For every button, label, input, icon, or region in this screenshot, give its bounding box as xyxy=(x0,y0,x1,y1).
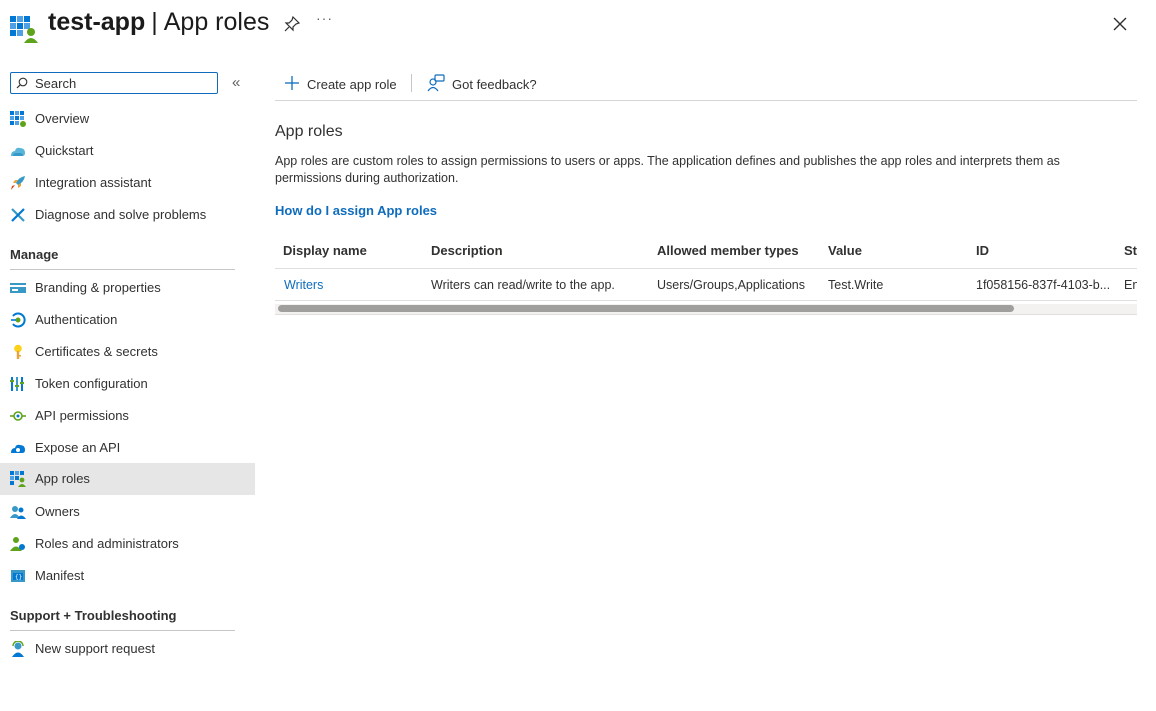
sidebar-item-branding[interactable]: Branding & properties xyxy=(0,272,255,304)
column-header-value[interactable]: Value xyxy=(828,243,862,258)
search-input[interactable]: Search xyxy=(10,72,218,94)
section-divider xyxy=(10,630,235,631)
got-feedback-label: Got feedback? xyxy=(452,77,537,92)
svg-text:{}: {} xyxy=(15,574,22,581)
help-link[interactable]: How do I assign App roles xyxy=(275,203,437,218)
section-divider xyxy=(10,269,235,270)
column-header-allowed-member-types[interactable]: Allowed member types xyxy=(657,243,799,258)
rocket-icon xyxy=(11,176,25,190)
sidebar-item-token-configuration[interactable]: Token configuration xyxy=(0,368,255,400)
sidebar-item-label: Diagnose and solve problems xyxy=(35,207,207,222)
section-description: App roles are custom roles to assign per… xyxy=(275,154,1060,185)
sidebar-item-label: Roles and administrators xyxy=(35,536,179,551)
sidebar-item-label: App roles xyxy=(35,471,90,486)
sidebar-item-label: Certificates & secrets xyxy=(35,344,158,359)
cell-display-name[interactable]: Writers xyxy=(284,278,323,292)
sidebar-item-label: API permissions xyxy=(35,408,129,423)
sidebar-item-label: Token configuration xyxy=(35,376,148,391)
wrench-icon xyxy=(11,208,25,222)
cloud-icon xyxy=(11,444,25,453)
sidebar-item-app-roles[interactable]: App roles xyxy=(0,463,255,495)
sidebar-item-integration-assistant[interactable]: Integration assistant xyxy=(0,167,255,199)
page-title: test-app | App roles xyxy=(48,8,269,37)
sidebar-item-label: Quickstart xyxy=(35,143,94,158)
got-feedback-button[interactable]: Got feedback? xyxy=(427,74,547,94)
sidebar-item-overview[interactable]: Overview xyxy=(0,103,255,135)
app-roles-table: Display name Description Allowed member … xyxy=(275,236,1137,316)
sidebar-item-authentication[interactable]: Authentication xyxy=(0,304,255,336)
collapse-sidebar-icon[interactable]: « xyxy=(232,74,240,91)
toolbar-divider xyxy=(411,74,412,92)
overview-icon xyxy=(10,111,26,127)
app-registration-icon xyxy=(10,16,38,43)
api-permissions-icon xyxy=(10,411,26,421)
support-section-header: Support + Troubleshooting xyxy=(10,608,177,623)
token-icon xyxy=(10,377,24,391)
cell-id: 1f058156-837f-4103-b... xyxy=(976,278,1111,292)
sidebar-item-quickstart[interactable]: Quickstart xyxy=(0,135,255,167)
section-title: App roles xyxy=(275,123,343,140)
pin-icon[interactable] xyxy=(284,16,300,32)
support-icon xyxy=(12,641,24,657)
sidebar-item-label: Owners xyxy=(35,504,80,519)
close-icon[interactable] xyxy=(1112,16,1128,32)
cell-allowed-member-types: Users/Groups,Applications xyxy=(657,278,805,292)
header-divider xyxy=(275,268,1137,269)
sidebar-item-owners[interactable]: Owners xyxy=(0,496,255,528)
sidebar-item-label: Branding & properties xyxy=(35,280,161,295)
create-app-role-button[interactable]: Create app role xyxy=(283,74,403,94)
column-header-state[interactable]: St xyxy=(1124,243,1137,258)
key-icon xyxy=(14,344,22,359)
command-bar: Create app role Got feedback? xyxy=(275,70,1137,101)
app-roles-icon xyxy=(10,471,26,487)
sidebar-item-label: Expose an API xyxy=(35,440,121,455)
horizontal-scrollbar[interactable] xyxy=(275,304,1137,315)
sidebar-item-api-permissions[interactable]: API permissions xyxy=(0,400,255,432)
search-icon xyxy=(16,77,28,89)
sidebar-item-diagnose[interactable]: Diagnose and solve problems xyxy=(0,199,255,231)
sidebar-item-certificates[interactable]: Certificates & secrets xyxy=(0,336,255,368)
cell-value: Test.Write xyxy=(828,278,884,292)
plus-icon xyxy=(285,76,299,90)
sidebar-item-label: New support request xyxy=(35,641,155,656)
sidebar: Search « Overview Quickstart Integration… xyxy=(0,64,255,711)
column-header-description[interactable]: Description xyxy=(431,243,503,258)
branding-icon xyxy=(10,283,26,293)
cell-description: Writers can read/write to the app. xyxy=(431,278,615,292)
search-placeholder: Search xyxy=(35,76,77,91)
cell-state: En xyxy=(1124,278,1137,292)
manifest-icon: {} xyxy=(11,570,25,582)
sidebar-item-manifest[interactable]: {} Manifest xyxy=(0,560,255,592)
sidebar-item-label: Authentication xyxy=(35,312,118,327)
blade-header: test-app | App roles ··· xyxy=(0,0,1156,52)
title-separator: | xyxy=(151,8,158,36)
sidebar-item-label: Manifest xyxy=(35,568,85,583)
page-name: App roles xyxy=(163,8,270,36)
more-options-icon[interactable]: ··· xyxy=(316,10,333,26)
quickstart-icon xyxy=(11,147,25,156)
sidebar-item-expose-api[interactable]: Expose an API xyxy=(0,432,255,464)
sidebar-item-label: Overview xyxy=(35,111,90,126)
roles-icon xyxy=(10,537,25,551)
feedback-icon xyxy=(427,74,445,92)
scrollbar-thumb[interactable] xyxy=(278,305,1014,312)
column-header-display-name[interactable]: Display name xyxy=(283,243,367,258)
column-header-id[interactable]: ID xyxy=(976,243,989,258)
app-name: test-app xyxy=(48,8,146,36)
create-app-role-label: Create app role xyxy=(307,77,397,92)
manage-section-header: Manage xyxy=(10,247,59,262)
sidebar-item-roles-admins[interactable]: Roles and administrators xyxy=(0,528,255,560)
row-divider xyxy=(275,300,1137,301)
authentication-icon xyxy=(11,312,26,328)
owners-icon xyxy=(10,506,26,519)
sidebar-item-new-support-request[interactable]: New support request xyxy=(0,633,255,665)
sidebar-item-label: Integration assistant xyxy=(35,175,152,190)
